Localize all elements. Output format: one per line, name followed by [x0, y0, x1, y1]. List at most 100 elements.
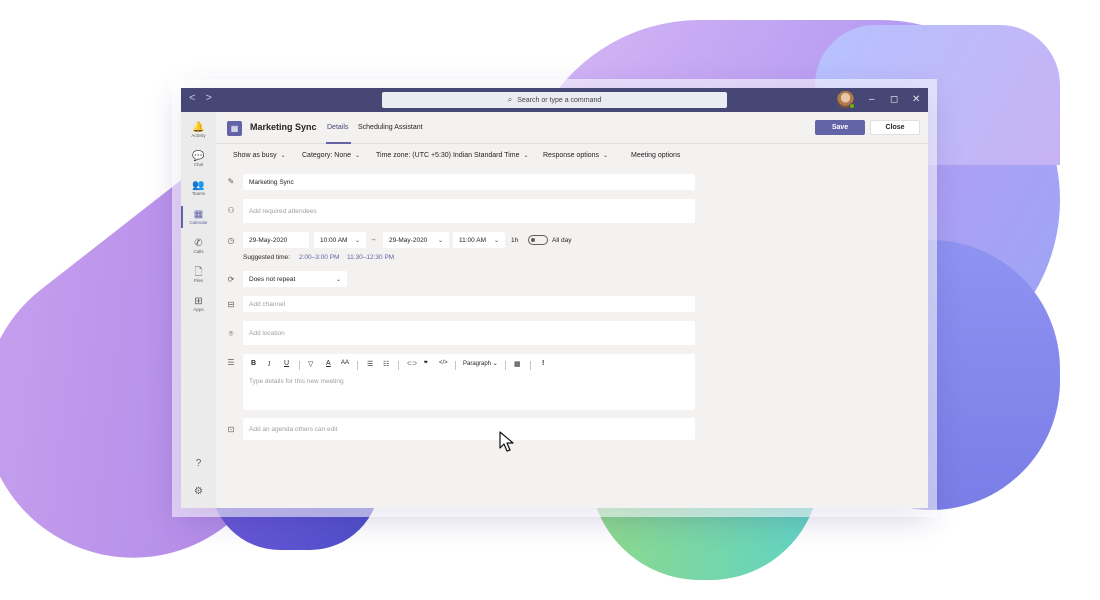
- rail-label: Chat: [193, 161, 204, 167]
- chevron-down-icon: ⌄: [437, 237, 443, 244]
- location-pin-icon: ⌾: [228, 329, 234, 338]
- help-icon[interactable]: ?: [181, 458, 216, 469]
- start-time-value: 10:00 AM: [320, 236, 348, 244]
- toolbar-divider: [455, 361, 456, 370]
- person-icon: ⚇: [227, 206, 235, 215]
- rail-item-activity[interactable]: 🔔 Activity: [181, 116, 216, 144]
- tab-details[interactable]: Details: [327, 124, 348, 131]
- command-search-input[interactable]: ⌕ Search or type a command: [382, 92, 727, 108]
- channel-icon: ⊟: [227, 300, 235, 309]
- link-icon[interactable]: ⊂⊃: [407, 360, 417, 367]
- back-arrow-icon[interactable]: <: [189, 92, 195, 104]
- app-rail: 🔔 Activity 💬 Chat 👥 Teams ▦ Calendar ✆ C…: [181, 112, 216, 508]
- toolbar-divider: [398, 361, 399, 370]
- bold-button[interactable]: B: [251, 360, 256, 367]
- toolbar-divider: [505, 361, 506, 370]
- forward-arrow-icon[interactable]: >: [205, 92, 211, 104]
- location-input[interactable]: Add location: [243, 321, 695, 345]
- suggested-time-option[interactable]: 11:30–12:30 PM: [347, 254, 394, 261]
- show-as-label: Show as busy: [233, 152, 277, 159]
- rail-item-files[interactable]: 🗋 Files: [181, 261, 216, 289]
- search-icon: ⌕: [507, 95, 513, 104]
- chevron-down-icon: ⌄: [603, 153, 609, 159]
- end-time-dropdown[interactable]: 11:00 AM ⌄: [453, 232, 505, 248]
- chevron-down-icon: ⌄: [280, 153, 286, 159]
- minimize-button[interactable]: –: [869, 93, 875, 107]
- date-range-arrow-icon: →: [370, 236, 377, 243]
- end-date-dropdown[interactable]: 29-May-2020 ⌄: [383, 232, 449, 248]
- bell-icon: 🔔: [192, 121, 205, 133]
- chevron-down-icon: ⌄: [493, 237, 499, 244]
- tab-scheduling-assistant[interactable]: Scheduling Assistant: [358, 124, 423, 131]
- title-bar: < > ⌕ Search or type a command – ◻ ✕: [181, 88, 928, 112]
- quote-icon[interactable]: ❞: [424, 360, 428, 368]
- save-button[interactable]: Save: [815, 120, 865, 135]
- rail-label: Calendar: [189, 219, 208, 225]
- maximize-button[interactable]: ◻: [890, 93, 898, 107]
- close-button[interactable]: Close: [870, 120, 920, 135]
- teams-icon: 👥: [192, 179, 205, 191]
- pencil-icon: ✎: [227, 177, 235, 186]
- time-zone-label: Time zone: (UTC +5:30) Indian Standard T…: [376, 152, 520, 159]
- all-day-label: All day: [552, 237, 572, 244]
- options-bar: Show as busy ⌄ Category: None ⌄ Time zone:…: [216, 144, 928, 168]
- category-dropdown[interactable]: Category: None ⌄: [302, 152, 360, 159]
- agenda-input[interactable]: Add an agenda others can edit: [243, 418, 695, 440]
- attendees-input[interactable]: Add required attendees: [243, 199, 695, 223]
- chevron-down-icon: ⌄: [354, 237, 360, 244]
- rail-item-calendar[interactable]: ▦ Calendar: [181, 203, 216, 231]
- highlight-icon[interactable]: ▽: [308, 360, 313, 368]
- table-icon[interactable]: ▦: [514, 360, 521, 368]
- repeat-icon: ⟳: [227, 275, 235, 284]
- text-align-icon: ☰: [227, 358, 235, 367]
- italic-button[interactable]: I: [268, 360, 270, 368]
- toolbar-divider: [530, 361, 531, 370]
- toolbar-divider: [357, 361, 358, 370]
- rail-item-calls[interactable]: ✆ Calls: [181, 232, 216, 260]
- show-as-dropdown[interactable]: Show as busy ⌄: [233, 152, 286, 159]
- all-day-toggle[interactable]: [528, 235, 548, 245]
- rail-label: Activity: [191, 132, 206, 138]
- bullet-list-icon[interactable]: ☰: [367, 360, 373, 368]
- start-time-dropdown[interactable]: 10:00 AM ⌄: [314, 232, 366, 248]
- meeting-options-link[interactable]: Meeting options: [631, 152, 680, 159]
- duration-label: 1h: [511, 237, 519, 244]
- settings-gear-icon[interactable]: ⚙: [181, 486, 216, 497]
- rail-item-chat[interactable]: 💬 Chat: [181, 145, 216, 173]
- details-editor[interactable]: B I U ▽ A AA ☰ ☷ ⊂⊃ ❞ </> Paragraph ⌄ ▦ …: [243, 354, 695, 410]
- important-icon[interactable]: !: [542, 360, 544, 367]
- end-time-value: 11:00 AM: [459, 236, 486, 244]
- paragraph-dropdown[interactable]: Paragraph ⌄: [463, 360, 498, 367]
- response-options-dropdown[interactable]: Response options ⌄: [543, 152, 608, 159]
- suggested-time-label: Suggested time:: [243, 254, 290, 261]
- channel-input[interactable]: Add channel: [243, 296, 695, 312]
- teams-window: < > ⌕ Search or type a command – ◻ ✕ 🔔 A…: [181, 88, 928, 508]
- category-label: Category: None: [302, 152, 352, 159]
- rail-label: Calls: [193, 248, 204, 254]
- font-size-icon[interactable]: AA: [341, 360, 349, 366]
- response-options-label: Response options: [543, 152, 600, 159]
- time-zone-dropdown[interactable]: Time zone: (UTC +5:30) Indian Standard T…: [376, 152, 529, 159]
- calendar-icon: ▦: [193, 208, 204, 220]
- start-date-input[interactable]: 29-May-2020: [243, 232, 309, 248]
- rail-label: Files: [193, 277, 204, 283]
- chevron-down-icon: ⌄: [523, 153, 529, 159]
- chevron-down-icon: ⌄: [492, 361, 498, 367]
- phone-icon: ✆: [194, 237, 203, 249]
- agenda-icon: ⊡: [227, 425, 235, 434]
- rail-item-apps[interactable]: ⊞ Apps: [181, 290, 216, 318]
- title-input[interactable]: Marketing Sync: [243, 174, 695, 190]
- close-window-button[interactable]: ✕: [912, 93, 920, 107]
- paragraph-label: Paragraph: [463, 361, 492, 367]
- code-icon[interactable]: </>: [439, 360, 448, 366]
- suggested-time-option[interactable]: 2:00–3:00 PM: [299, 254, 339, 261]
- repeat-dropdown[interactable]: Does not repeat ⌄: [243, 271, 347, 287]
- rail-label: Apps: [193, 306, 204, 312]
- rail-item-teams[interactable]: 👥 Teams: [181, 174, 216, 202]
- page-title: Marketing Sync: [250, 122, 317, 132]
- underline-button[interactable]: U: [284, 360, 289, 367]
- apps-icon: ⊞: [194, 295, 203, 307]
- font-color-icon[interactable]: A: [326, 360, 331, 367]
- details-placeholder: Type details for this new meeting: [249, 378, 344, 385]
- numbered-list-icon[interactable]: ☷: [383, 360, 389, 368]
